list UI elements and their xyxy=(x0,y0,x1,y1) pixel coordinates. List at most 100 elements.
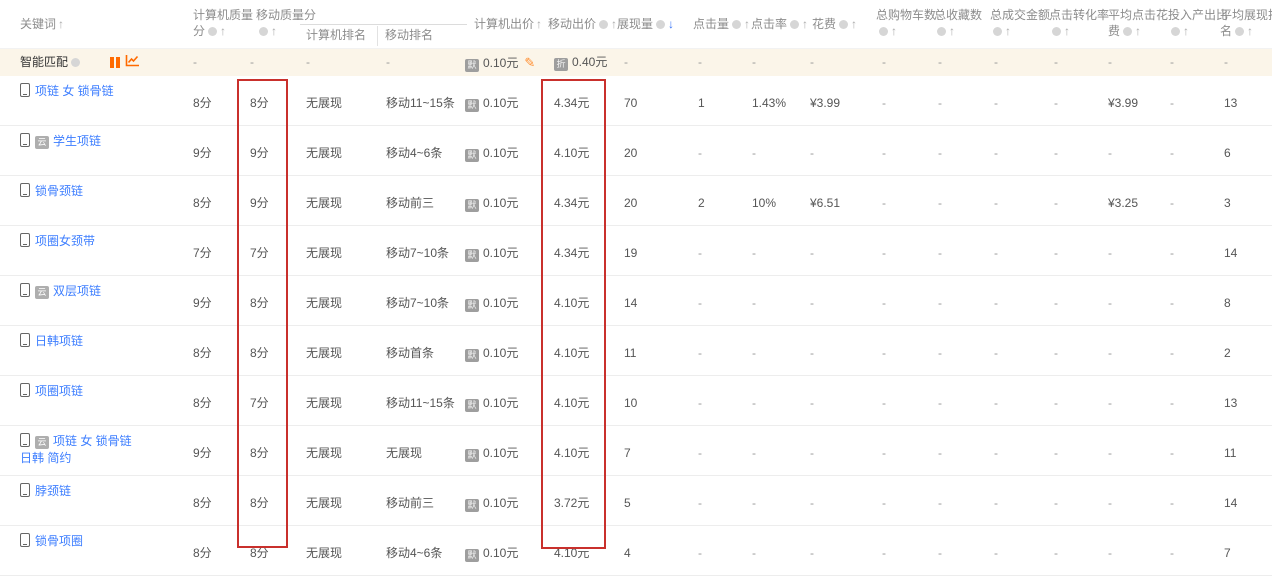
help-icon[interactable] xyxy=(790,20,799,29)
col-header-pc_score[interactable]: 计算机质量分↑ xyxy=(193,7,253,39)
cell-impr: 19 xyxy=(610,226,684,275)
cell-mob_bid: 4.34元 xyxy=(546,226,610,275)
keyword-link[interactable]: 日韩项链 xyxy=(35,334,83,348)
mobile-device-icon xyxy=(20,383,30,397)
help-icon[interactable] xyxy=(937,27,946,36)
help-icon[interactable] xyxy=(71,58,80,67)
cell-clicks: - xyxy=(684,226,742,275)
col-header-line: 费↑ xyxy=(1108,23,1168,39)
keyword-cell: 云双层项链 xyxy=(0,276,188,325)
smart-cell-mob_score: - xyxy=(250,49,306,76)
edit-bid-icon[interactable]: ✎ xyxy=(524,49,535,76)
help-icon[interactable] xyxy=(732,20,741,29)
keyword-link[interactable]: 项链 女 锁骨链 xyxy=(35,84,114,98)
smart-cell-cart: - xyxy=(874,49,932,76)
keyword-link[interactable]: 脖颈链 xyxy=(35,484,71,498)
sort-asc-arrow-icon: ↑ xyxy=(271,24,277,38)
cell-pc_bid: 默0.10元 xyxy=(462,426,546,475)
col-header-amount[interactable]: 总成交金额↑ xyxy=(990,7,1050,39)
cell-value-fav: - xyxy=(938,346,942,360)
col-header-mob_bid[interactable]: 移动出价↑ xyxy=(548,16,617,32)
cell-fav: - xyxy=(932,176,988,225)
cell-cost: - xyxy=(802,126,874,175)
cell-pc_bid: 默0.10元 xyxy=(462,176,546,225)
cell-cart: - xyxy=(874,476,932,525)
cell-mob_rank: 移动11~15条 xyxy=(384,76,462,125)
help-icon[interactable] xyxy=(599,20,608,29)
cell-value-cart: - xyxy=(882,96,886,110)
help-icon[interactable] xyxy=(1171,27,1180,36)
cell-ctr: - xyxy=(742,226,802,275)
keyword-link[interactable]: 锁骨颈链 xyxy=(35,184,83,198)
table-body: 项链 女 锁骨链8分8分无展现移动11~15条默0.10元4.34元7011.4… xyxy=(0,76,1272,576)
cell-value-mob_rank: 移动4~6条 xyxy=(386,146,442,160)
keyword-link[interactable]: 学生项链 xyxy=(53,134,101,148)
cell-value-cart: - xyxy=(882,446,886,460)
col-header-pc_bid[interactable]: 计算机出价↑ xyxy=(474,16,542,32)
col-header-keyword[interactable]: 关键词↑ xyxy=(20,16,64,32)
help-icon[interactable] xyxy=(879,27,888,36)
col-header-cvr[interactable]: 点击转化率↑ xyxy=(1049,7,1109,39)
col-header-clicks[interactable]: 点击量↑ xyxy=(693,16,750,32)
mobile-device-icon xyxy=(20,333,30,347)
sort-asc-arrow-icon: ↑ xyxy=(802,17,808,31)
cell-impr: 10 xyxy=(610,376,684,425)
help-icon[interactable] xyxy=(1235,27,1244,36)
help-icon[interactable] xyxy=(839,20,848,29)
col-header-fav[interactable]: 总收藏数↑ xyxy=(934,7,982,39)
col-header-avg_cpc[interactable]: 平均点击花费↑ xyxy=(1108,7,1168,39)
cell-avg_cpc: - xyxy=(1108,526,1168,575)
cell-value-fav: - xyxy=(938,146,942,160)
col-header-line: ↑ xyxy=(1049,23,1109,39)
cell-mob_bid: 4.10元 xyxy=(546,276,610,325)
smart-cell-value: - xyxy=(938,55,942,69)
col-header-avg_rank[interactable]: 平均展现排名↑ xyxy=(1220,7,1272,39)
smart-cell-avg_rank: - xyxy=(1220,49,1272,76)
cell-value-clicks: - xyxy=(698,496,702,510)
col-header-impr[interactable]: 展现量↓ xyxy=(617,16,674,32)
table-row: 锁骨项圈8分8分无展现移动4~6条默0.10元4.10元4---------7 xyxy=(0,526,1272,576)
cell-fav: - xyxy=(932,526,988,575)
help-icon[interactable] xyxy=(1123,27,1132,36)
keyword-link[interactable]: 双层项链 xyxy=(53,284,101,298)
col-header-roi[interactable]: 投入产出比↑ xyxy=(1168,7,1228,39)
cell-impr: 70 xyxy=(610,76,684,125)
cell-value-clicks: - xyxy=(698,296,702,310)
cell-value-mob_bid: 4.10元 xyxy=(554,546,589,560)
cell-value-cvr: - xyxy=(1054,346,1058,360)
cell-value-pc_bid: 0.10元 xyxy=(483,196,518,210)
keyword-link[interactable]: 锁骨项圈 xyxy=(35,534,83,548)
help-icon[interactable] xyxy=(993,27,1002,36)
smart-cell-amount: - xyxy=(988,49,1048,76)
help-icon[interactable] xyxy=(259,27,268,36)
smart-cell-pc_rank: - xyxy=(306,49,384,76)
cell-clicks: - xyxy=(684,276,742,325)
col-header-cost[interactable]: 花费↑ xyxy=(812,16,857,32)
cell-impr: 11 xyxy=(610,326,684,375)
table-row: 云双层项链9分8分无展现移动7~10条默0.10元4.10元14--------… xyxy=(0,276,1272,326)
cell-value-impr: 4 xyxy=(624,546,631,560)
col-header-ctr[interactable]: 点击率↑ xyxy=(751,16,808,32)
help-icon[interactable] xyxy=(656,20,665,29)
cell-pc_score: 8分 xyxy=(188,76,250,125)
keyword-link[interactable]: 项圈项链 xyxy=(35,384,83,398)
col-header-cart[interactable]: 总购物车数↑ xyxy=(876,7,936,39)
keyword-link[interactable]: 项圈女颈带 xyxy=(35,234,95,248)
pause-icon[interactable] xyxy=(110,57,120,68)
help-icon[interactable] xyxy=(1052,27,1061,36)
cell-value-clicks: 2 xyxy=(698,196,705,210)
table-row: 脖颈链8分8分无展现移动前三默0.10元3.72元5---------14 xyxy=(0,476,1272,526)
smart-cell-value: - xyxy=(250,55,254,69)
cell-value-amount: - xyxy=(994,446,998,460)
help-icon[interactable] xyxy=(208,27,217,36)
smart-cell-value: - xyxy=(698,55,702,69)
cell-mob_bid: 4.10元 xyxy=(546,426,610,475)
table-row: 云项链 女 锁骨链 日韩 简约9分8分无展现无展现默0.10元4.10元7---… xyxy=(0,426,1272,476)
cell-amount: - xyxy=(988,326,1048,375)
trend-chart-icon[interactable] xyxy=(125,54,140,72)
cell-value-fav: - xyxy=(938,196,942,210)
cell-value-mob_score: 8分 xyxy=(250,496,269,510)
cell-pc_score: 8分 xyxy=(188,176,250,225)
rank-columns-divider xyxy=(377,26,378,46)
cell-value-pc_score: 8分 xyxy=(193,96,212,110)
